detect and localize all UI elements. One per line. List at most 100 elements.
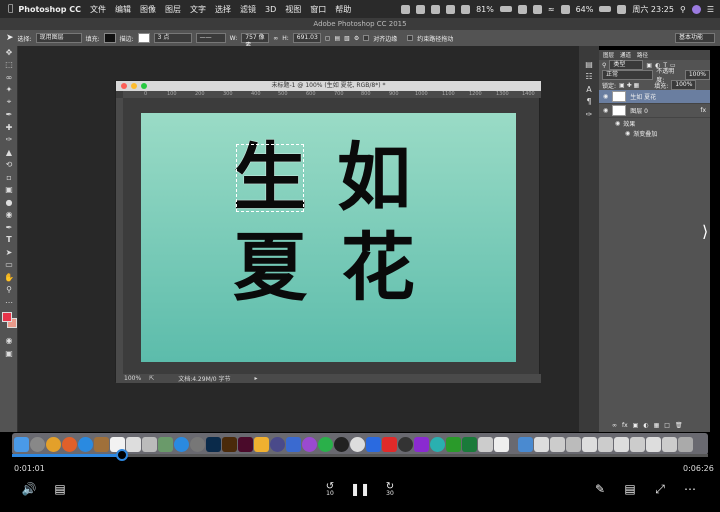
workspace-dropdown[interactable]: 基本功能 (675, 33, 715, 43)
zoom-window-button[interactable] (141, 83, 147, 89)
history-brush-tool-icon[interactable]: ⟲ (0, 159, 18, 172)
subtitles-icon[interactable]: ▤ (52, 480, 68, 498)
status-icon[interactable] (517, 4, 527, 14)
chevron-right-icon[interactable]: ⟩ (702, 222, 708, 241)
safari-icon[interactable] (78, 436, 93, 452)
battery-icon[interactable] (599, 6, 612, 12)
path-arrangement-icon[interactable]: ▧ (344, 35, 350, 42)
miniplayer-icon[interactable]: ▤ (622, 480, 638, 498)
crop-tool-icon[interactable]: ⌖ (0, 96, 18, 109)
status-icon[interactable] (446, 4, 456, 14)
stroke-size-field[interactable]: 3 点 (153, 33, 192, 43)
app-icon[interactable] (350, 436, 365, 452)
new-group-icon[interactable]: ▦ (654, 422, 660, 429)
opacity-field[interactable]: 100% (684, 70, 710, 80)
menu-3d[interactable]: 3D (265, 5, 276, 14)
sketch-icon[interactable] (254, 436, 269, 452)
menu-layer[interactable]: 图层 (165, 4, 181, 15)
move-tool-icon[interactable]: ✥ (0, 46, 18, 59)
system-preferences-icon[interactable] (190, 436, 205, 452)
adjustment-layer-icon[interactable]: ◐ (643, 422, 648, 429)
height-field[interactable]: 691.03 (292, 33, 321, 43)
photo-icon[interactable] (94, 436, 109, 452)
volume-icon[interactable] (560, 4, 570, 14)
finder-icon[interactable] (14, 436, 29, 452)
status-icon[interactable] (532, 4, 542, 14)
notification-center-icon[interactable]: ☰ (707, 5, 714, 14)
search-icon[interactable]: ⚲ (680, 5, 686, 14)
properties-panel-icon[interactable]: ☷ (579, 71, 599, 84)
clock[interactable]: 周六 23:25 (632, 4, 674, 15)
status-menu-arrow[interactable]: ▸ (255, 375, 258, 382)
app-menu[interactable]: Photoshop CC (18, 5, 81, 14)
illustrator-icon[interactable] (222, 436, 237, 452)
eyedropper-tool-icon[interactable]: ✒ (0, 109, 18, 122)
wechat-icon[interactable] (318, 436, 333, 452)
paragraph-panel-icon[interactable]: ¶ (579, 96, 599, 109)
link-icon[interactable]: ∞ (273, 35, 278, 42)
app-icon[interactable] (630, 436, 645, 452)
app-icon[interactable] (158, 436, 173, 452)
fill-opacity-field[interactable]: 100% (671, 80, 697, 90)
effects-row[interactable]: ◉ 效果 (599, 118, 710, 128)
visibility-eye-icon[interactable]: ◉ (603, 107, 608, 114)
menu-edit[interactable]: 编辑 (115, 4, 131, 15)
visibility-eye-icon[interactable]: ◉ (615, 120, 620, 127)
progress-knob[interactable] (115, 449, 128, 461)
blend-mode-dropdown[interactable]: 正常 (602, 70, 654, 80)
notes-icon[interactable] (126, 436, 141, 452)
menu-window[interactable]: 窗口 (310, 4, 326, 15)
pen-tool-icon[interactable]: ✒ (0, 221, 18, 234)
app-icon[interactable] (566, 436, 581, 452)
tab-channels[interactable]: 通道 (620, 51, 631, 59)
width-field[interactable]: 757 像素 (241, 33, 270, 49)
input-source-icon[interactable] (617, 4, 627, 14)
app-icon[interactable] (446, 436, 461, 452)
history-panel-icon[interactable]: ▤ (579, 58, 599, 71)
wifi-icon[interactable]: ≈ (548, 5, 555, 14)
menu-filter[interactable]: 滤镜 (240, 4, 256, 15)
tab-paths[interactable]: 路径 (637, 51, 648, 59)
menu-image[interactable]: 图像 (140, 4, 156, 15)
app-icon[interactable] (286, 436, 301, 452)
visibility-eye-icon[interactable]: ◉ (603, 93, 608, 100)
app-icon[interactable] (550, 436, 565, 452)
app-icon[interactable] (302, 436, 317, 452)
app-icon[interactable] (582, 436, 597, 452)
filter-kind-dropdown[interactable]: 类型 (609, 60, 644, 70)
more-options-icon[interactable]: ⋯ (682, 480, 698, 498)
dodge-tool-icon[interactable]: ◉ (0, 209, 18, 222)
status-icon[interactable] (416, 4, 426, 14)
marquee-tool-icon[interactable]: ⬚ (0, 59, 18, 72)
app-icon[interactable] (534, 436, 549, 452)
stroke-swatch[interactable] (137, 33, 150, 43)
status-icon[interactable] (401, 4, 411, 14)
apple-icon[interactable]:  (8, 4, 13, 14)
path-selection-tool-icon[interactable]: ➤ (0, 246, 18, 259)
status-icon[interactable] (431, 4, 441, 14)
minimize-window-button[interactable] (131, 83, 137, 89)
effect-row[interactable]: ◉ 渐变叠加 (599, 128, 710, 138)
path-select-tool-icon[interactable]: ➤ (6, 33, 14, 43)
tab-layers[interactable]: 图层 (603, 51, 614, 59)
select-dropdown[interactable]: 现用图层 (35, 33, 82, 43)
excel-icon[interactable] (462, 436, 477, 452)
menu-help[interactable]: 帮助 (335, 4, 351, 15)
delete-layer-icon[interactable]: 🗑 (675, 422, 683, 429)
constrain-path-checkbox[interactable] (407, 35, 414, 41)
menu-file[interactable]: 文件 (90, 4, 106, 15)
folder-icon[interactable] (518, 436, 533, 452)
app-icon[interactable] (366, 436, 381, 452)
menu-select[interactable]: 选择 (215, 4, 231, 15)
hand-tool-icon[interactable]: ✋ (0, 271, 18, 284)
zoom-tool-icon[interactable]: ⚲ (0, 284, 18, 297)
skip-back-button[interactable]: ↺ 10 (322, 480, 338, 498)
add-mask-icon[interactable]: ▣ (633, 422, 639, 429)
pause-button[interactable]: ❚❚ (350, 480, 370, 498)
lock-icon[interactable]: ▣ ✚ ▦ (619, 82, 639, 89)
new-layer-icon[interactable]: □ (664, 422, 670, 429)
photoshop-icon[interactable] (206, 436, 221, 452)
settings-icon[interactable]: ⚙ (354, 35, 359, 42)
eraser-tool-icon[interactable]: ▫ (0, 171, 18, 184)
path-operations-icon[interactable]: ▢ (325, 35, 331, 42)
